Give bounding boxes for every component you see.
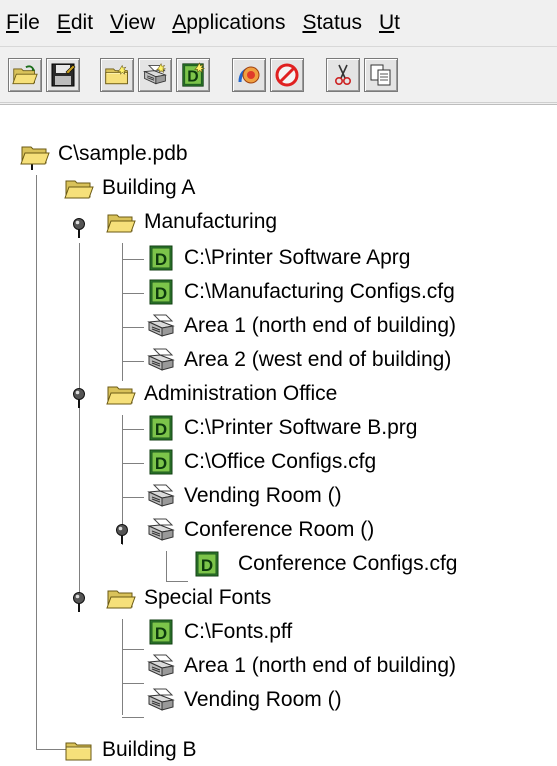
menu-status[interactable]: Status (296, 0, 373, 46)
send-button[interactable] (232, 58, 266, 92)
tree-node-device[interactable]: Area 1 (north end of building) (146, 309, 456, 343)
folder-icon (64, 736, 98, 764)
document-icon (146, 278, 180, 306)
menu-edit[interactable]: Edit (51, 0, 104, 46)
document-icon (146, 414, 180, 442)
new-device-button[interactable] (138, 58, 172, 92)
copy-icon (370, 64, 391, 86)
tree-view[interactable]: C\sample.pdb Building A Manufacturing C:… (0, 104, 557, 766)
copy-button[interactable] (364, 58, 398, 92)
tree-node-file[interactable]: C:\Manufacturing Configs.cfg (146, 275, 455, 309)
tree-node-administration-office[interactable]: Administration Office (106, 377, 337, 411)
tree-node-device[interactable]: Vending Room () (146, 683, 342, 717)
expand-pin-icon[interactable] (71, 217, 87, 239)
tree-node-file[interactable]: Conference Configs.cfg (192, 547, 457, 581)
expand-pin-icon[interactable] (114, 523, 130, 545)
cut-button[interactable] (326, 58, 360, 92)
printer-icon (146, 346, 180, 374)
toolbar (0, 52, 557, 103)
tree-node-file[interactable]: C:\Printer Software Aprg (146, 241, 410, 275)
folder-open-icon (64, 174, 98, 202)
folder-open-icon (106, 380, 140, 408)
document-icon (146, 448, 180, 476)
folder-open-icon (106, 208, 140, 236)
send-icon (238, 66, 260, 84)
tree-node-building-a[interactable]: Building A (64, 171, 195, 205)
tree-node-device[interactable]: Area 2 (west end of building) (146, 343, 451, 377)
tree-node-device[interactable]: Vending Room () (146, 479, 342, 513)
new-document-icon (180, 62, 206, 88)
printer-icon (146, 652, 180, 680)
new-device-icon (142, 63, 167, 88)
printer-icon (146, 516, 180, 544)
stop-button[interactable] (270, 58, 304, 92)
tree-node-file[interactable]: C:\Office Configs.cfg (146, 445, 376, 479)
menu-view[interactable]: View (104, 0, 166, 46)
tree-node-file[interactable]: C:\Fonts.pff (146, 615, 292, 649)
expand-pin-icon[interactable] (71, 591, 87, 613)
menu-utilities[interactable]: Ut (373, 0, 411, 46)
folder-open-icon (20, 140, 54, 168)
expand-pin-icon[interactable] (71, 387, 87, 409)
open-icon (12, 65, 38, 88)
stop-icon (275, 63, 299, 87)
tree-node-building-b[interactable]: Building B (64, 733, 197, 766)
tree-node-file[interactable]: C:\Printer Software B.prg (146, 411, 417, 445)
save-button[interactable] (46, 58, 80, 92)
folder-open-icon (106, 584, 140, 612)
new-folder-icon (104, 64, 130, 88)
new-folder-button[interactable] (100, 58, 134, 92)
tree-node-device[interactable]: Conference Room () (146, 513, 374, 547)
tree-node-manufacturing[interactable]: Manufacturing (106, 205, 277, 239)
printer-icon (146, 482, 180, 510)
document-icon (146, 244, 180, 272)
tree-node-root[interactable]: C\sample.pdb (20, 137, 188, 171)
open-button[interactable] (8, 58, 42, 92)
tree-node-device[interactable]: Area 1 (north end of building) (146, 649, 456, 683)
cut-icon (335, 64, 352, 86)
printer-icon (146, 312, 180, 340)
menu-file[interactable]: File (0, 0, 51, 46)
save-icon (51, 63, 76, 87)
tree-node-special-fonts[interactable]: Special Fonts (106, 581, 271, 615)
document-icon (146, 618, 180, 646)
menu-bar: File Edit View Applications Status Ut (0, 0, 557, 47)
menu-applications[interactable]: Applications (166, 0, 296, 46)
document-icon (192, 550, 226, 578)
new-document-button[interactable] (176, 58, 210, 92)
printer-icon (146, 686, 180, 714)
